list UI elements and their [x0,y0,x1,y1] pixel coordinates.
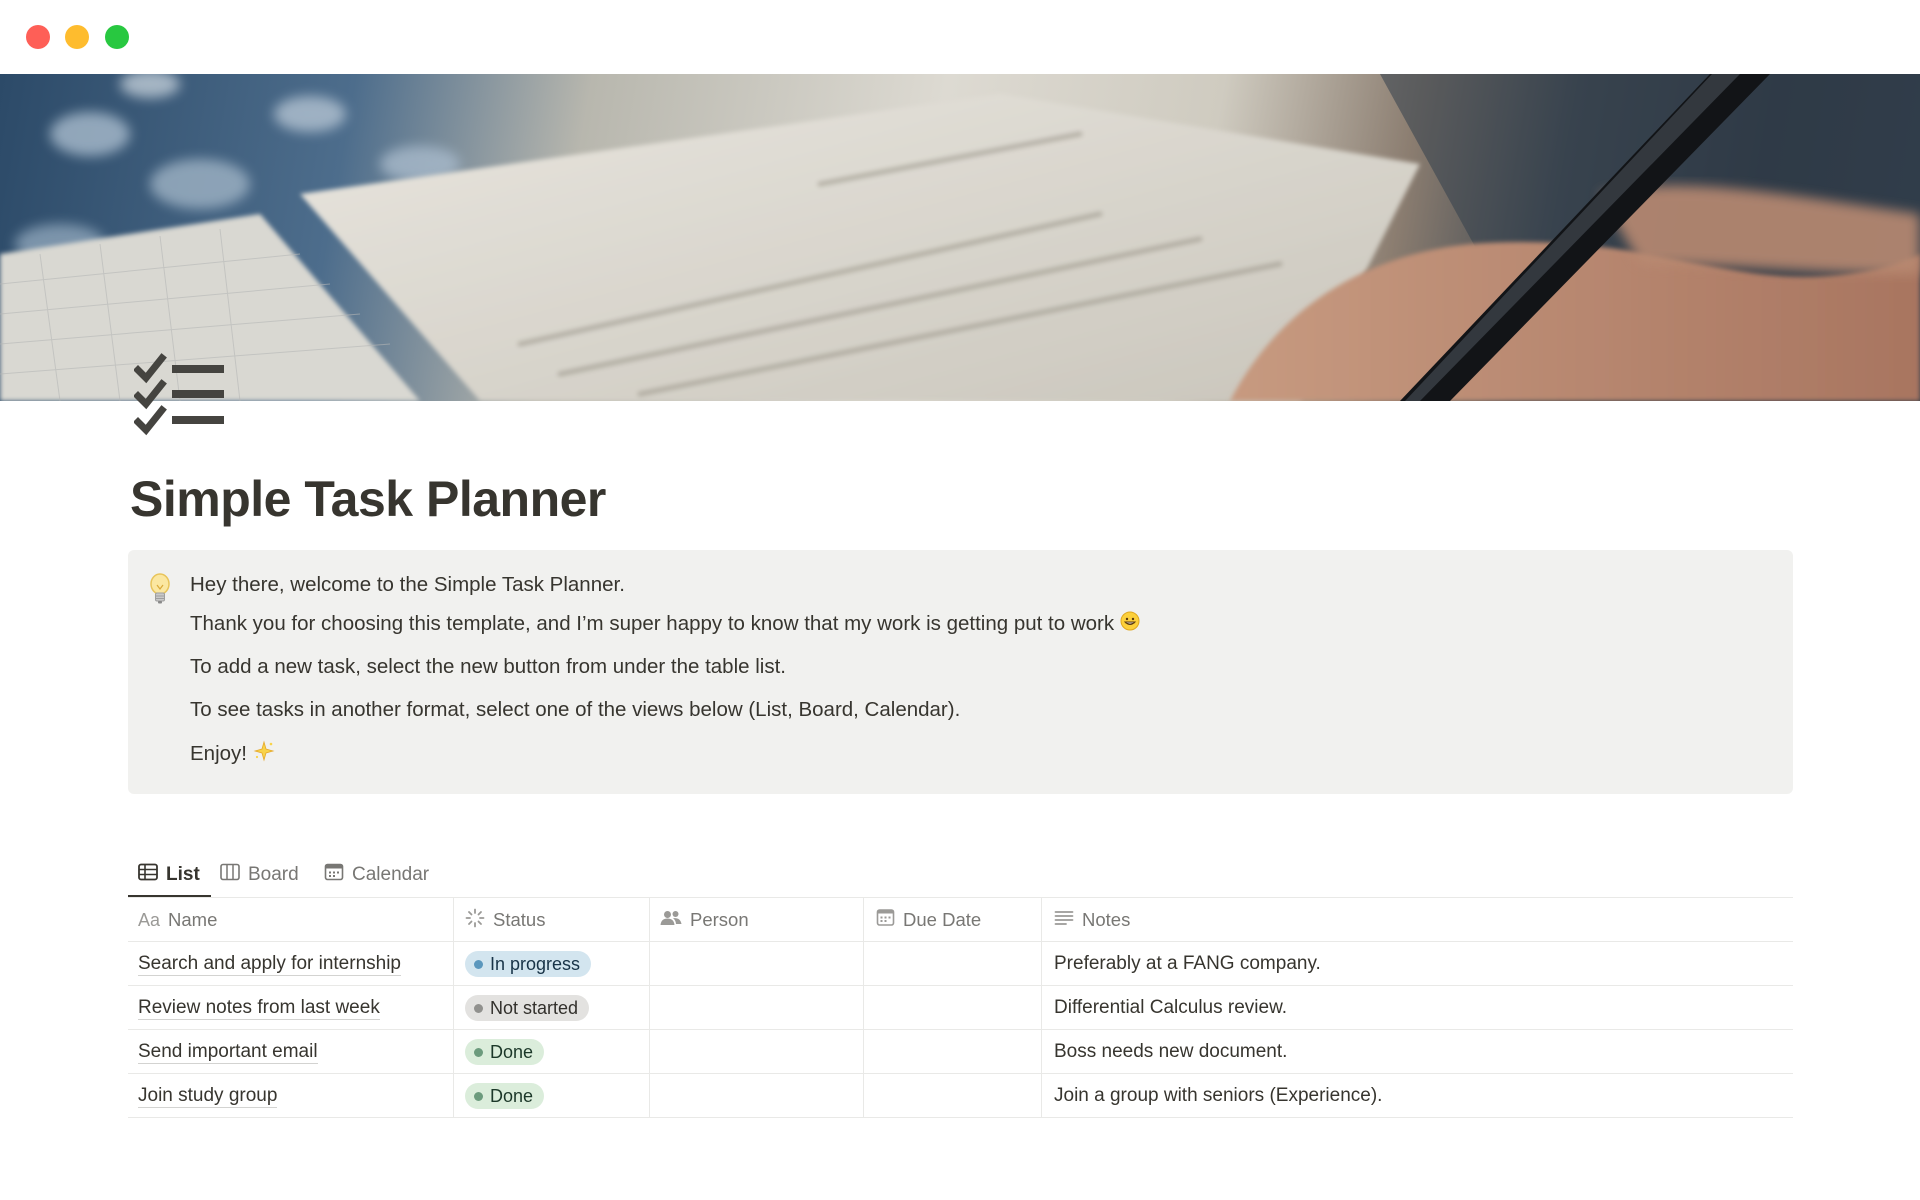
window-zoom-button[interactable] [105,25,129,49]
window-titlebar [0,0,1920,74]
status-cell[interactable]: In progress [453,942,649,986]
notes-cell[interactable]: Join a group with seniors (Experience). [1041,1074,1793,1118]
grinning-face-icon [1120,611,1140,638]
text-property-icon: Aa [138,909,161,930]
tab-calendar-label: Calendar [352,864,430,885]
status-badge[interactable]: In progress [465,951,592,977]
table-row[interactable]: Search and apply for internship In progr… [128,942,1793,986]
column-header-person[interactable]: Person [649,898,863,942]
callout-line-enjoy: Enjoy! [190,740,275,769]
person-cell[interactable] [649,1030,863,1074]
callout-line-greeting: Hey there, welcome to the Simple Task Pl… [190,573,625,596]
status-icon [465,908,493,933]
status-dot [474,1091,483,1101]
person-cell[interactable] [649,986,863,1030]
column-header-status[interactable]: Status [453,898,649,942]
task-name-cell[interactable]: Send important email [128,1030,453,1074]
calendar-icon [876,908,903,932]
people-icon [660,909,690,932]
page-title[interactable]: Simple Task Planner [130,470,606,528]
welcome-callout: Hey there, welcome to the Simple Task Pl… [128,550,1793,794]
checklist-icon[interactable] [133,352,228,438]
status-cell[interactable]: Not started [453,986,649,1030]
column-header-label: Name [168,909,218,930]
column-header-name[interactable]: Aa Name [128,898,453,942]
person-cell[interactable] [649,1074,863,1118]
status-cell[interactable]: Done [453,1074,649,1118]
cover-photo-writing [0,74,1920,401]
notes-cell[interactable]: Boss needs new document. [1041,1030,1793,1074]
status-badge[interactable]: Done [465,1083,545,1109]
status-dot [474,1003,483,1013]
table-icon [138,863,166,887]
calendar-icon [324,863,352,887]
table-row[interactable]: Join study group Done Join a group with … [128,1074,1793,1118]
table-row[interactable]: Send important email Done Boss needs new… [128,1030,1793,1074]
task-name[interactable]: Review notes from last week [138,997,380,1020]
status-dot [474,1047,483,1057]
column-header-label: Notes [1082,909,1131,930]
task-name[interactable]: Send important email [138,1041,318,1064]
table-row[interactable]: Review notes from last week Not started … [128,986,1793,1030]
tab-board-label: Board [248,864,299,885]
callout-line-thanks: Thank you for choosing this template, an… [190,611,1140,638]
lightbulb-icon[interactable] [148,572,172,606]
notes-text: Join a group with seniors (Experience). [1054,1085,1383,1106]
tab-board[interactable]: Board [220,852,299,898]
window-minimize-button[interactable] [65,25,89,49]
status-label: In progress [490,953,581,974]
status-label: Not started [490,997,579,1018]
status-label: Done [490,1085,534,1106]
due-date-cell[interactable] [863,1030,1041,1074]
due-date-cell[interactable] [863,1074,1041,1118]
notes-text: Differential Calculus review. [1054,997,1288,1018]
task-name[interactable]: Search and apply for internship [138,953,401,976]
column-header-label: Person [690,909,749,930]
column-header-label: Status [493,909,546,930]
due-date-cell[interactable] [863,942,1041,986]
tab-list[interactable]: List [138,852,200,898]
status-dot [474,959,483,969]
sparkle-star-icon [253,740,275,769]
notes-text: Preferably at a FANG company. [1054,953,1321,974]
column-header-due-date[interactable]: Due Date [863,898,1041,942]
status-badge[interactable]: Not started [465,995,590,1021]
due-date-cell[interactable] [863,986,1041,1030]
tab-calendar[interactable]: Calendar [324,852,429,898]
column-header-label: Due Date [903,909,982,930]
table-header-row: Aa Name Status Person Due Date Notes [128,898,1793,942]
notes-cell[interactable]: Preferably at a FANG company. [1041,942,1793,986]
tab-list-label: List [166,864,200,885]
column-header-notes[interactable]: Notes [1041,898,1793,942]
task-table: Aa Name Status Person Due Date Notes Sea… [128,898,1793,1118]
task-name[interactable]: Join study group [138,1085,278,1108]
notes-cell[interactable]: Differential Calculus review. [1041,986,1793,1030]
task-name-cell[interactable]: Search and apply for internship [128,942,453,986]
notes-text: Boss needs new document. [1054,1041,1288,1062]
window-close-button[interactable] [26,25,50,49]
board-icon [220,863,248,887]
status-label: Done [490,1041,534,1062]
status-badge[interactable]: Done [465,1039,545,1065]
callout-line-views: To see tasks in another format, select o… [190,698,961,721]
callout-line-add-task: To add a new task, select the new button… [190,655,786,678]
person-cell[interactable] [649,942,863,986]
task-name-cell[interactable]: Join study group [128,1074,453,1118]
status-cell[interactable]: Done [453,1030,649,1074]
task-name-cell[interactable]: Review notes from last week [128,986,453,1030]
database-view-tabs: List Board Calendar [128,852,1793,898]
text-lines-icon [1054,909,1082,931]
cover-image [0,74,1920,401]
